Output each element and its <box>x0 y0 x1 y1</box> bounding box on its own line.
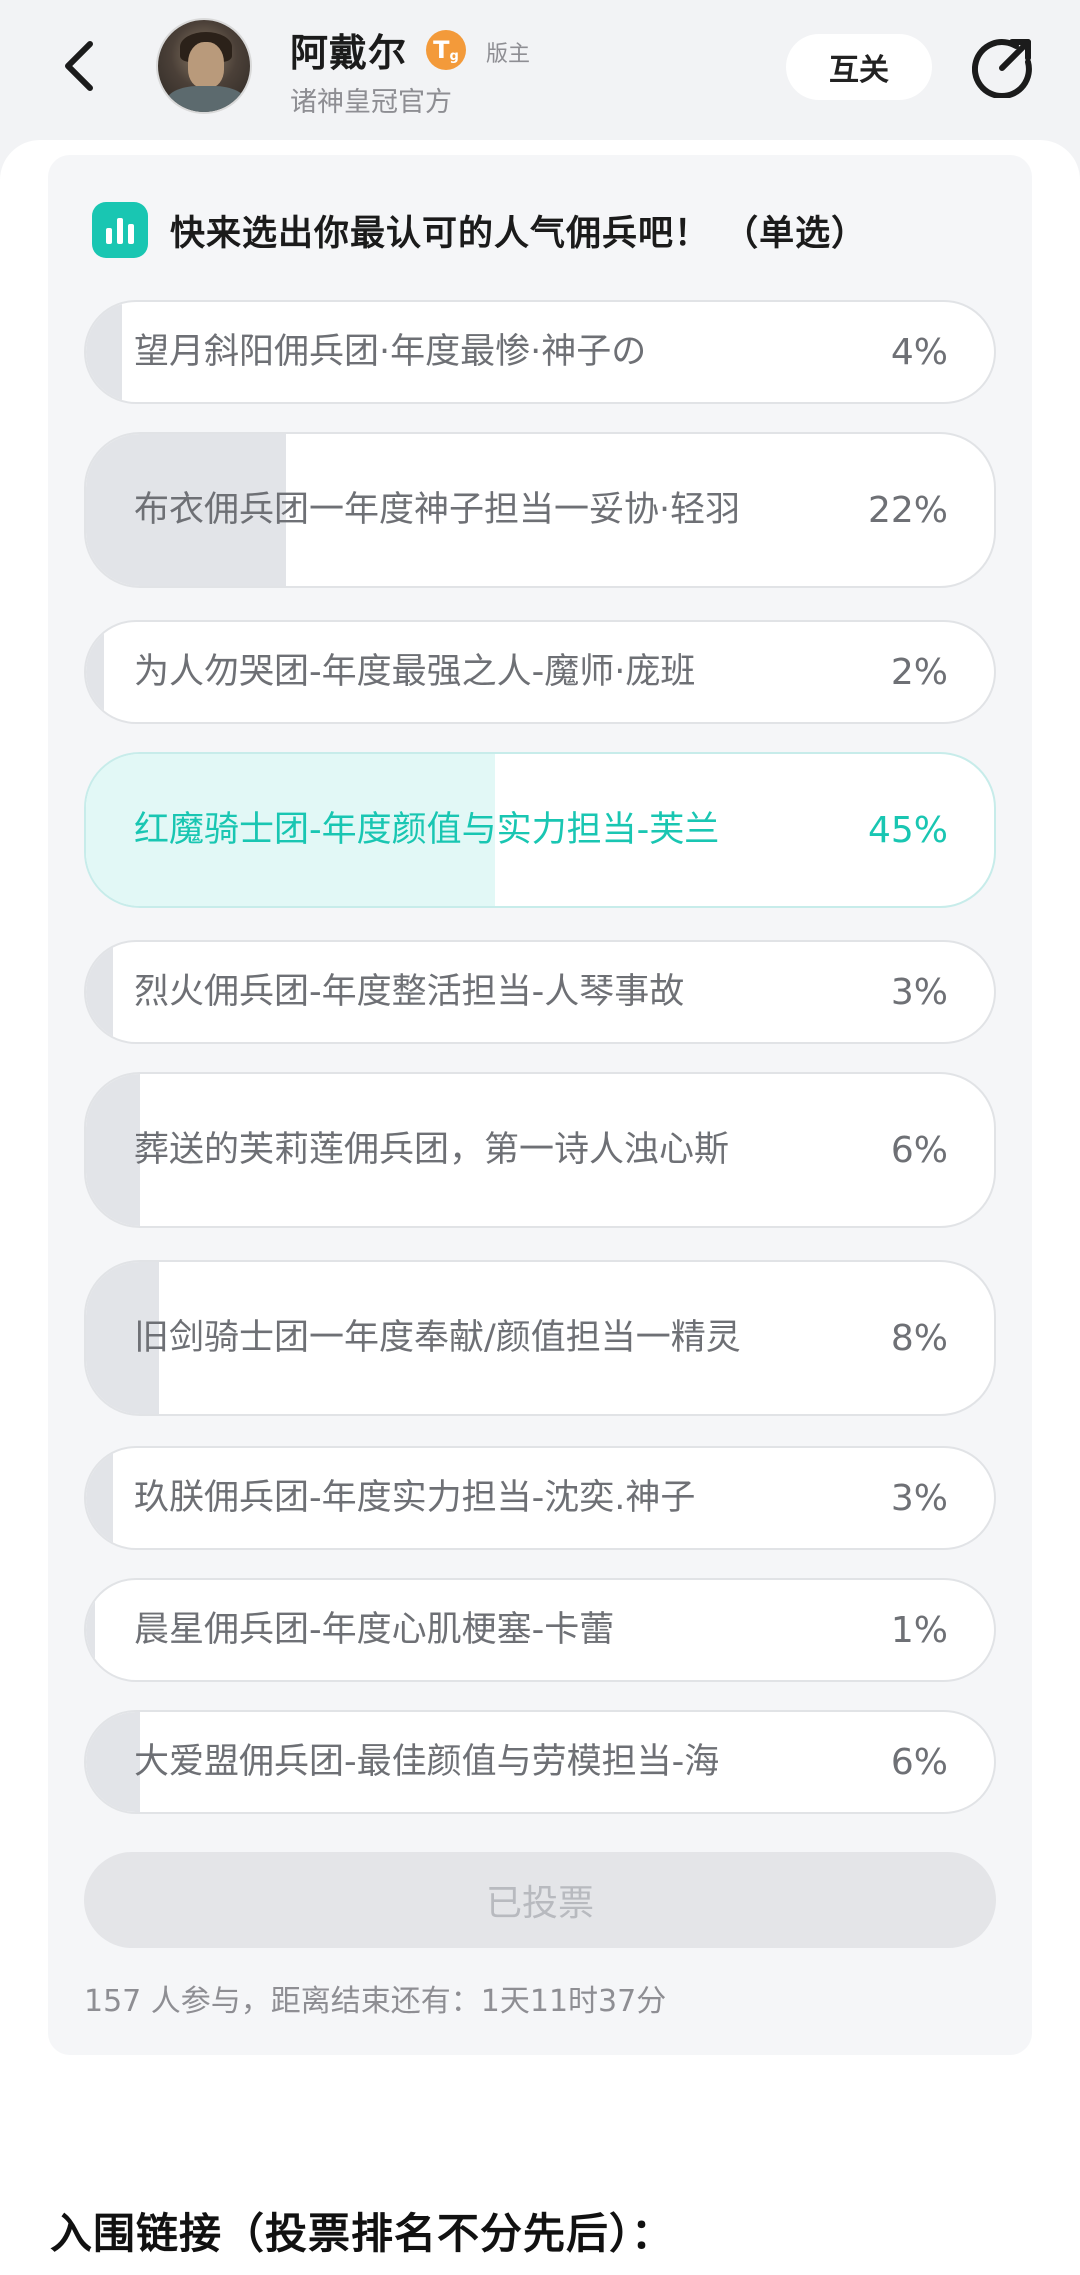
poll-chart-icon <box>92 202 148 258</box>
poll-option[interactable]: 葬送的芙莉莲佣兵团，第一诗人浊心斯 6% <box>84 1072 996 1228</box>
top-bar: 阿戴尔 Tg 版主 诸神皇冠官方 互关 <box>0 0 1080 145</box>
poll-option[interactable]: 玖朕佣兵团-年度实力担当-沈奕.神子 3% <box>84 1446 996 1550</box>
poll-option[interactable]: 布衣佣兵团一年度神子担当一妥协·轻羽 22% <box>84 432 996 588</box>
poll-footer: 157 人参与，距离结束还有：1天11时37分 <box>84 1984 667 2019</box>
poll-option[interactable]: 红魔骑士团-年度颜值与实力担当-芙兰 45% <box>84 752 996 908</box>
poll-option-label: 红魔骑士团-年度颜值与实力担当-芙兰 <box>134 810 720 850</box>
poll-option-fill-bar <box>86 1580 96 1680</box>
follow-button[interactable]: 互关 <box>786 34 932 100</box>
level-badge-icon: Tg <box>426 30 466 70</box>
user-name[interactable]: 阿戴尔 <box>290 22 407 77</box>
poll-option-percent: 3% <box>890 1477 948 1519</box>
poll-option-fill-bar <box>86 622 105 722</box>
poll-option[interactable]: 晨星佣兵团-年度心肌梗塞-卡蕾 1% <box>84 1578 996 1682</box>
poll-option-fill-bar <box>86 302 123 402</box>
poll-option-label: 望月斜阳佣兵团·年度最惨·神子の <box>134 332 647 372</box>
poll-option-fill-bar <box>86 1448 114 1548</box>
poll-option-percent: 6% <box>890 1129 948 1171</box>
poll-option-percent: 1% <box>890 1609 948 1651</box>
poll-option-label: 大爱盟佣兵团-最佳颜值与劳模担当-海 <box>134 1742 720 1782</box>
user-subtitle: 诸神皇冠官方 <box>290 87 452 118</box>
poll-option-label: 为人勿哭团-年度最强之人-魔师·庞班 <box>134 652 696 692</box>
poll-option[interactable]: 旧剑骑士团一年度奉献/颜值担当一精灵 8% <box>84 1260 996 1416</box>
poll-option-label: 晨星佣兵团-年度心肌梗塞-卡蕾 <box>134 1610 615 1650</box>
poll-option-label: 烈火佣兵团-年度整活担当-人琴事故 <box>134 972 685 1012</box>
poll-option-fill-bar <box>86 942 114 1042</box>
poll-option-percent: 4% <box>890 331 948 373</box>
poll-option-label: 葬送的芙莉莲佣兵团，第一诗人浊心斯 <box>134 1130 730 1170</box>
poll-option-percent: 22% <box>867 489 948 531</box>
role-tag: 版主 <box>486 42 531 67</box>
poll-option-label: 旧剑骑士团一年度奉献/颜值担当一精灵 <box>134 1318 741 1358</box>
poll-option-fill-bar <box>86 1074 141 1226</box>
poll-option[interactable]: 烈火佣兵团-年度整活担当-人琴事故 3% <box>84 940 996 1044</box>
poll-option-percent: 45% <box>867 809 948 851</box>
poll-option-percent: 2% <box>890 651 948 693</box>
poll-option-label: 布衣佣兵团一年度神子担当一妥协·轻羽 <box>134 490 741 530</box>
poll-option[interactable]: 大爱盟佣兵团-最佳颜值与劳模担当-海 6% <box>84 1710 996 1814</box>
avatar[interactable] <box>156 18 252 114</box>
poll-option[interactable]: 为人勿哭团-年度最强之人-魔师·庞班 2% <box>84 620 996 724</box>
poll-option[interactable]: 望月斜阳佣兵团·年度最惨·神子の 4% <box>84 300 996 404</box>
share-icon[interactable] <box>970 34 1036 100</box>
poll-option-percent: 3% <box>890 971 948 1013</box>
poll-option-label: 玖朕佣兵团-年度实力担当-沈奕.神子 <box>134 1478 696 1518</box>
poll-title-row: 快来选出你最认可的人气佣兵吧！ （单选） <box>92 200 867 260</box>
voted-button[interactable]: 已投票 <box>84 1852 996 1948</box>
poll-option-fill-bar <box>86 1712 141 1812</box>
poll-option-percent: 8% <box>890 1317 948 1359</box>
poll-option-percent: 6% <box>890 1741 948 1783</box>
section-heading: 入围链接（投票排名不分先后）： <box>50 2209 675 2258</box>
poll-title: 快来选出你最认可的人气佣兵吧！ （单选） <box>170 213 868 254</box>
back-icon[interactable] <box>52 36 108 96</box>
